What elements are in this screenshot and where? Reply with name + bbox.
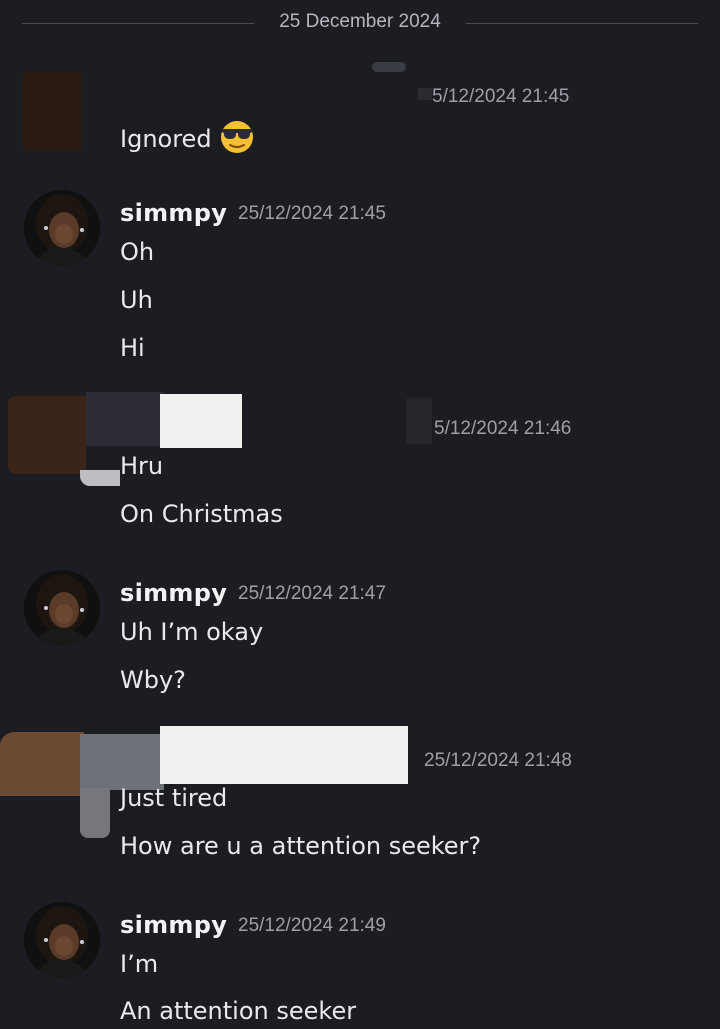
- message-line: Hru: [120, 452, 164, 480]
- message-line: Just tired: [120, 784, 228, 812]
- message-timestamp: 25/12/2024 21:48: [424, 750, 572, 771]
- message-author[interactable]: simmpy: [120, 579, 227, 607]
- redacted-name: [80, 734, 164, 790]
- message-line: Uh: [120, 286, 153, 314]
- message-line: Ignored: [120, 125, 212, 153]
- message-line: On Christmas: [120, 500, 283, 528]
- message-author[interactable]: simmpy: [120, 911, 227, 939]
- redacted-name: [160, 394, 242, 448]
- message-timestamp: 25/12/2024 21:45: [238, 203, 386, 224]
- redaction-mark: [80, 470, 120, 486]
- redacted-avatar: [22, 72, 82, 150]
- simmpy-avatar-icon[interactable]: [24, 570, 100, 646]
- redaction-mark: [406, 398, 432, 444]
- message-timestamp: 5/12/2024 21:46: [434, 418, 572, 439]
- message-timestamp: 25/12/2024 21:49: [238, 915, 386, 936]
- message-line: Uh I’m okay: [120, 618, 264, 646]
- message-line: Oh: [120, 238, 155, 266]
- message-line: I’m: [120, 950, 159, 978]
- message-timestamp: 25/12/2024 21:47: [238, 583, 386, 604]
- redaction-mark: [80, 788, 110, 838]
- redacted-avatar: [8, 396, 86, 474]
- sunglasses-face-emoji-icon: [218, 120, 256, 160]
- message-timestamp: 5/12/2024 21:45: [432, 86, 570, 107]
- redacted-name: [86, 392, 164, 446]
- chat-screen: 25 December 2024 5/12/2024 21:45 Ignored: [0, 0, 720, 1029]
- simmpy-avatar-icon[interactable]: [24, 190, 100, 266]
- redacted-avatar: [0, 732, 84, 796]
- redaction-mark: [418, 88, 432, 100]
- message-line: Hi: [120, 334, 145, 362]
- message-line: How are u a attention seeker?: [120, 832, 482, 860]
- message-author[interactable]: simmpy: [120, 199, 227, 227]
- date-divider-line-left: [22, 23, 254, 24]
- simmpy-avatar-icon[interactable]: [24, 902, 100, 978]
- date-divider-line-right: [466, 23, 698, 24]
- message-line: An attention seeker: [120, 997, 357, 1025]
- message-text: Ignored: [120, 120, 256, 160]
- date-divider: 25 December 2024: [279, 11, 441, 32]
- redacted-name: [372, 62, 406, 72]
- redacted-name: [160, 726, 408, 784]
- message-line: Wby?: [120, 666, 186, 694]
